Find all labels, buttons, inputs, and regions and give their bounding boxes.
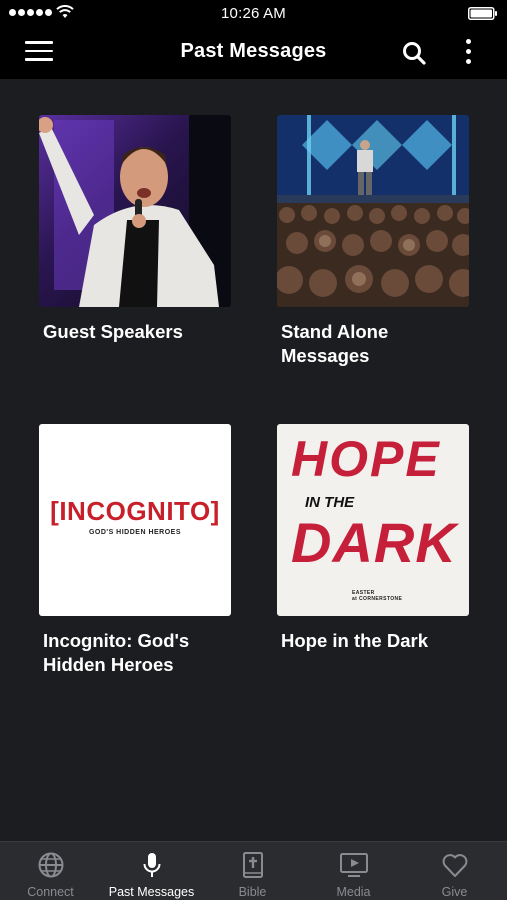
microphone-icon xyxy=(143,853,160,877)
tab-bar: Connect Past Messages Bible Media Give xyxy=(0,841,507,900)
card-title: Incognito: God's Hidden Heroes xyxy=(43,630,190,675)
tab-bible[interactable]: Bible xyxy=(202,842,303,900)
tab-label: Give xyxy=(441,885,468,899)
search-icon[interactable] xyxy=(401,40,427,66)
series-card-hope-in-the-dark[interactable]: HOPE IN THE DARK EASTER at CORNERSTONE H… xyxy=(277,424,469,653)
navigation-bar: Past Messages xyxy=(0,28,507,79)
more-options-icon[interactable] xyxy=(461,39,475,69)
hope-art-line3: DARK xyxy=(291,511,457,574)
series-card-guest-speakers[interactable]: Guest Speakers xyxy=(39,115,231,344)
status-bar: 10:26 AM xyxy=(0,0,507,28)
globe-icon xyxy=(38,852,63,878)
tab-connect[interactable]: Connect xyxy=(0,842,101,900)
stand-alone-messages-thumbnail xyxy=(277,115,469,307)
hope-in-the-dark-thumbnail: HOPE IN THE DARK EASTER at CORNERSTONE xyxy=(277,424,469,616)
tab-label: Media xyxy=(336,885,371,899)
battery-icon xyxy=(468,7,497,20)
incognito-art-title: [INCOGNITO] xyxy=(50,496,220,526)
incognito-art-subtitle: GOD'S HIDDEN HEROES xyxy=(88,529,182,536)
tv-play-icon xyxy=(339,853,368,877)
tab-label: Connect xyxy=(27,885,74,899)
hope-art-line2: IN THE xyxy=(305,494,355,511)
tab-give[interactable]: Give xyxy=(404,842,505,900)
card-title: Hope in the Dark xyxy=(281,630,428,651)
tab-label: Bible xyxy=(238,885,267,899)
hope-art-line1: HOPE xyxy=(291,431,441,487)
series-card-incognito[interactable]: [INCOGNITO] GOD'S HIDDEN HEROES Incognit… xyxy=(39,424,231,677)
status-time: 10:26 AM xyxy=(221,5,286,22)
series-card-stand-alone-messages[interactable]: Stand Alone Messages xyxy=(277,115,469,368)
hope-art-caption: EASTER at CORNERSTONE xyxy=(352,590,402,602)
bible-icon xyxy=(242,852,263,878)
tab-past-messages[interactable]: Past Messages xyxy=(101,842,202,900)
card-title: Guest Speakers xyxy=(43,321,183,342)
page-title: Past Messages xyxy=(180,40,327,62)
guest-speakers-thumbnail xyxy=(39,115,231,307)
hope-art-caption-line2: at CORNERSTONE xyxy=(352,596,403,602)
tab-media[interactable]: Media xyxy=(303,842,404,900)
incognito-thumbnail: [INCOGNITO] GOD'S HIDDEN HEROES xyxy=(39,424,231,616)
card-title: Stand Alone Messages xyxy=(281,321,389,366)
tab-label: Past Messages xyxy=(108,885,195,899)
heart-icon xyxy=(442,854,467,877)
